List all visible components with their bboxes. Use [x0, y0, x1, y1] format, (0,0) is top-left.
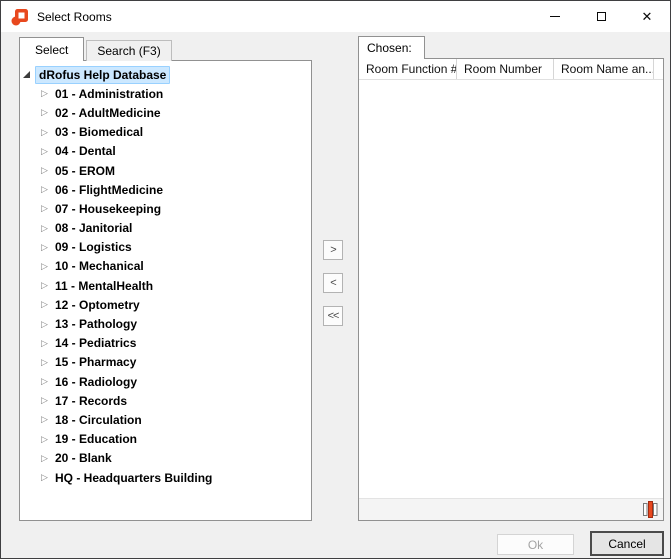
ok-button[interactable]: Ok	[497, 534, 574, 555]
chosen-list-body[interactable]	[359, 80, 663, 498]
tree-item-label: 20 - Blank	[55, 451, 112, 465]
chevron-expanded-icon[interactable]	[23, 71, 30, 78]
move-all-left-button[interactable]: <<	[323, 306, 343, 326]
chevron-collapsed-icon[interactable]: ▷	[41, 300, 53, 309]
tree-item[interactable]: ▷15 - Pharmacy	[20, 353, 311, 372]
room-tree-panel: dRofus Help Database ▷01 - Administratio…	[19, 60, 312, 521]
chevron-collapsed-icon[interactable]: ▷	[41, 147, 53, 156]
tree-item[interactable]: ▷18 - Circulation	[20, 410, 311, 429]
tree-item-label: 11 - MentalHealth	[55, 279, 153, 293]
tree-item[interactable]: ▷14 - Pediatrics	[20, 334, 311, 353]
window-controls: ✕	[532, 1, 670, 32]
tree-item[interactable]: ▷07 - Housekeeping	[20, 199, 311, 218]
tree-item-label: HQ - Headquarters Building	[55, 471, 212, 485]
tree-item[interactable]: ▷08 - Janitorial	[20, 219, 311, 238]
tree-item[interactable]: ▷09 - Logistics	[20, 238, 311, 257]
tab-search[interactable]: Search (F3)	[86, 40, 171, 61]
chevron-collapsed-icon[interactable]: ▷	[41, 435, 53, 444]
tree-item-label: 13 - Pathology	[55, 317, 137, 331]
tree-item[interactable]: ▷16 - Radiology	[20, 372, 311, 391]
chevron-collapsed-icon[interactable]: ▷	[41, 396, 53, 405]
chevron-collapsed-icon[interactable]: ▷	[41, 243, 53, 252]
chevron-collapsed-icon[interactable]: ▷	[41, 358, 53, 367]
tree-children: ▷01 - Administration▷02 - AdultMedicine▷…	[20, 84, 311, 487]
tree-item-label: 06 - FlightMedicine	[55, 183, 163, 197]
move-left-button[interactable]: <	[323, 273, 343, 293]
tree-item[interactable]: ▷01 - Administration	[20, 84, 311, 103]
left-tab-strip: Select Search (F3)	[19, 37, 172, 61]
drofus-logo-icon	[10, 7, 30, 27]
tree-item[interactable]: ▷05 - EROM	[20, 161, 311, 180]
tree-item-label: 10 - Mechanical	[55, 259, 144, 273]
tree-item[interactable]: ▷11 - MentalHealth	[20, 276, 311, 295]
tree-item-label: 09 - Logistics	[55, 240, 132, 254]
minimize-icon	[550, 16, 560, 17]
tree-item-label: 04 - Dental	[55, 144, 116, 158]
tree-item[interactable]: ▷06 - FlightMedicine	[20, 180, 311, 199]
close-button[interactable]: ✕	[624, 1, 670, 32]
column-header[interactable]: Room Name an...	[554, 59, 654, 79]
tree-item[interactable]: ▷03 - Biomedical	[20, 123, 311, 142]
tree-item[interactable]: ▷13 - Pathology	[20, 314, 311, 333]
chevron-collapsed-icon[interactable]: ▷	[41, 339, 53, 348]
column-header[interactable]: Room Number	[457, 59, 554, 79]
maximize-button[interactable]	[578, 1, 624, 32]
chosen-rooms-panel: Room Function #Room NumberRoom Name an..…	[358, 58, 664, 521]
chevron-collapsed-icon[interactable]: ▷	[41, 454, 53, 463]
tree-item-label: 17 - Records	[55, 394, 127, 408]
tree-root-label: dRofus Help Database	[35, 66, 170, 84]
maximize-icon	[597, 12, 606, 21]
tree-item-label: 02 - AdultMedicine	[55, 106, 161, 120]
chevron-collapsed-icon[interactable]: ▷	[41, 262, 53, 271]
chevron-collapsed-icon[interactable]: ▷	[41, 204, 53, 213]
tree-item[interactable]: ▷17 - Records	[20, 391, 311, 410]
tree-item-label: 19 - Education	[55, 432, 137, 446]
chevron-collapsed-icon[interactable]: ▷	[41, 108, 53, 117]
column-header[interactable]: Room Function #	[359, 59, 457, 79]
columns-icon[interactable]	[643, 501, 658, 518]
tree-item-label: 03 - Biomedical	[55, 125, 143, 139]
tree-root-item[interactable]: dRofus Help Database	[20, 65, 311, 84]
chevron-collapsed-icon[interactable]: ▷	[41, 377, 53, 386]
tree-item-label: 14 - Pediatrics	[55, 336, 136, 350]
chevron-collapsed-icon[interactable]: ▷	[41, 320, 53, 329]
titlebar: Select Rooms ✕	[1, 1, 670, 32]
chevron-collapsed-icon[interactable]: ▷	[41, 281, 53, 290]
tree-item[interactable]: ▷20 - Blank	[20, 449, 311, 468]
tree-item-label: 05 - EROM	[55, 164, 115, 178]
tree-item[interactable]: ▷HQ - Headquarters Building	[20, 468, 311, 487]
select-rooms-dialog: Select Rooms ✕ Select Search (F3) dRofus…	[0, 0, 671, 559]
tree-item[interactable]: ▷12 - Optometry	[20, 295, 311, 314]
tab-select[interactable]: Select	[19, 37, 84, 61]
chevron-collapsed-icon[interactable]: ▷	[41, 89, 53, 98]
tree-item[interactable]: ▷04 - Dental	[20, 142, 311, 161]
tree-item[interactable]: ▷19 - Education	[20, 430, 311, 449]
chevron-collapsed-icon[interactable]: ▷	[41, 415, 53, 424]
chevron-collapsed-icon[interactable]: ▷	[41, 166, 53, 175]
tab-chosen[interactable]: Chosen:	[358, 36, 425, 59]
tree-item[interactable]: ▷02 - AdultMedicine	[20, 103, 311, 122]
chevron-collapsed-icon[interactable]: ▷	[41, 473, 53, 482]
tree-item-label: 12 - Optometry	[55, 298, 140, 312]
tree-item-label: 18 - Circulation	[55, 413, 142, 427]
move-right-button[interactable]: >	[323, 240, 343, 260]
chosen-footer-bar	[359, 498, 663, 520]
tree-item-label: 01 - Administration	[55, 87, 163, 101]
chevron-collapsed-icon[interactable]: ▷	[41, 224, 53, 233]
cancel-button[interactable]: Cancel	[590, 531, 664, 556]
window-title: Select Rooms	[37, 10, 112, 24]
chevron-collapsed-icon[interactable]: ▷	[41, 185, 53, 194]
close-icon: ✕	[642, 10, 653, 23]
tree-item[interactable]: ▷10 - Mechanical	[20, 257, 311, 276]
tree-item-label: 16 - Radiology	[55, 375, 137, 389]
tree-item-label: 07 - Housekeeping	[55, 202, 161, 216]
chevron-collapsed-icon[interactable]: ▷	[41, 128, 53, 137]
tree-item-label: 15 - Pharmacy	[55, 355, 136, 369]
chosen-header-row: Room Function #Room NumberRoom Name an..…	[359, 59, 663, 80]
minimize-button[interactable]	[532, 1, 578, 32]
tree-item-label: 08 - Janitorial	[55, 221, 132, 235]
